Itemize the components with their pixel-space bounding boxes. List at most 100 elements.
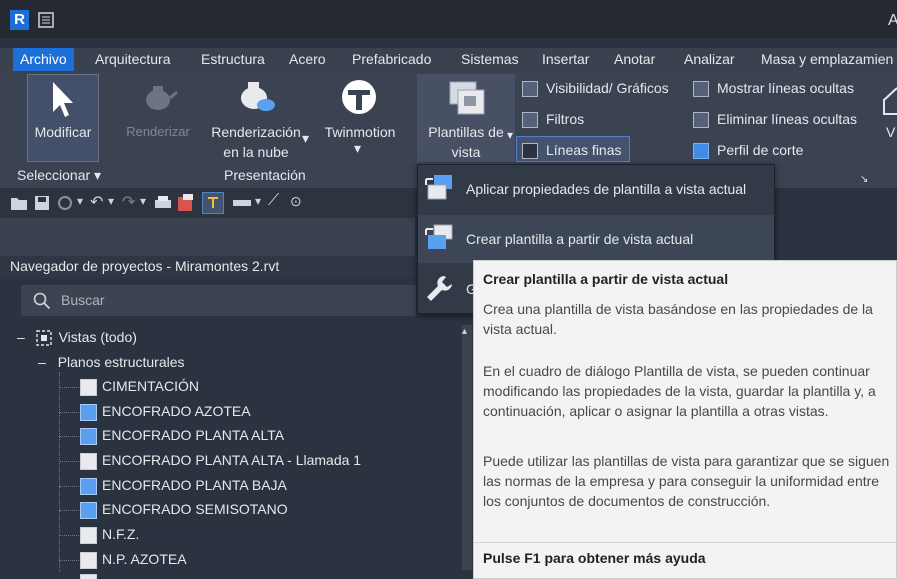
renderizacion-nube-label-1[interactable]: Renderización xyxy=(204,122,308,142)
view-label: N.P. AZOTEA xyxy=(102,551,187,567)
tab-anotar[interactable]: Anotar xyxy=(614,48,655,71)
tab-archivo[interactable]: Archivo xyxy=(13,48,74,71)
plan-view-icon xyxy=(80,573,97,579)
remove-hidden-lines-icon xyxy=(693,112,709,129)
tab-sistemas[interactable]: Sistemas xyxy=(461,48,519,71)
view-template-icon xyxy=(449,81,485,115)
tooltip-title: Crear plantilla a partir de vista actual xyxy=(483,271,729,287)
revit-logo-icon[interactable]: R xyxy=(10,10,29,30)
tooltip: Crear plantilla a partir de vista actual… xyxy=(473,260,897,579)
scroll-up-icon[interactable]: ▴ xyxy=(462,326,467,337)
redo-icon[interactable]: ↷ xyxy=(122,192,135,212)
title-bar: R A xyxy=(0,0,897,38)
perfil-de-corte-button[interactable]: Perfil de corte xyxy=(693,139,803,161)
tree-branch xyxy=(59,486,79,487)
menu-item-aplicar-label: Aplicar propiedades de plantilla a vista… xyxy=(466,181,747,197)
redo-dropdown-icon[interactable]: ▾ xyxy=(140,194,146,208)
measure-icon[interactable] xyxy=(232,197,252,209)
menu-item-crear[interactable]: Crear plantilla a partir de vista actual xyxy=(418,215,774,263)
renderizacion-dropdown-icon[interactable]: ▾ xyxy=(302,128,309,148)
tab-arquitectura[interactable]: Arquitectura xyxy=(95,48,170,71)
seleccionar-dropdown[interactable]: Seleccionar ▾ xyxy=(17,167,101,184)
tooltip-divider xyxy=(474,542,896,543)
mostrar-ocultas-label: Mostrar líneas ocultas xyxy=(717,80,854,96)
save-icon[interactable] xyxy=(34,195,50,211)
tree-view-item[interactable]: ENCOFRADO SEMISOTANO xyxy=(80,501,288,519)
tree-view-item[interactable]: ENCOFRADO PLANTA ALTA xyxy=(80,427,284,445)
pin-icon[interactable] xyxy=(202,192,224,214)
tree-view-item-partial[interactable] xyxy=(80,573,102,579)
document-icon[interactable] xyxy=(38,12,54,28)
view-label: ENCOFRADO PLANTA ALTA xyxy=(102,427,285,443)
measure-dropdown-icon[interactable]: ▾ xyxy=(255,194,261,208)
create-template-icon xyxy=(425,224,453,249)
tab-prefabricado[interactable]: Prefabricado xyxy=(352,48,431,71)
plan-view-icon xyxy=(80,378,97,396)
undo-dropdown-icon[interactable]: ▾ xyxy=(108,194,114,208)
twinmotion-icon xyxy=(342,80,376,114)
tab-acero[interactable]: Acero xyxy=(289,48,326,71)
cloud-teapot-icon xyxy=(241,82,275,111)
plan-view-icon xyxy=(80,403,97,421)
teapot-icon xyxy=(146,86,178,110)
visibilidad-label: Visibilidad/ Gráficos xyxy=(546,80,669,96)
tab-analizar[interactable]: Analizar xyxy=(684,48,735,71)
dimension-icon[interactable]: ⟋ xyxy=(268,192,279,210)
plantillas-label-2: vista xyxy=(451,144,481,160)
visibility-graphics-icon xyxy=(522,81,538,98)
plan-view-icon xyxy=(80,477,97,495)
wrench-icon xyxy=(427,276,452,301)
tab-insertar[interactable]: Insertar xyxy=(542,48,589,71)
collapse-icon[interactable]: – xyxy=(17,329,25,345)
perfil-corte-label: Perfil de corte xyxy=(717,142,804,158)
tree-view-item[interactable]: ENCOFRADO AZOTEA xyxy=(80,403,251,421)
panel-expand-icon[interactable]: ↘ xyxy=(860,170,868,190)
views-icon xyxy=(35,330,52,346)
open-folder-icon[interactable] xyxy=(10,195,28,211)
dropdown-icon[interactable]: ▾ xyxy=(77,194,83,208)
search-placeholder: Buscar xyxy=(61,292,105,308)
sync-icon[interactable] xyxy=(56,195,74,211)
undo-icon[interactable]: ↶ xyxy=(90,192,103,212)
tooltip-paragraph: Crea una plantilla de vista basándose en… xyxy=(483,301,873,337)
house-partial-icon xyxy=(883,87,897,115)
tree-group-planos[interactable]: – Planos estructurales xyxy=(38,354,185,370)
collapse-icon[interactable]: – xyxy=(38,354,46,370)
tree-root-vistas[interactable]: – Vistas (todo) xyxy=(17,329,137,347)
tree-view-item[interactable]: CIMENTACIÓN xyxy=(80,378,199,396)
tab-estructura[interactable]: Estructura xyxy=(201,48,265,71)
ribbon-partial-label: V xyxy=(886,124,896,140)
filtros-button[interactable]: Filtros xyxy=(522,108,584,130)
mostrar-lineas-ocultas-button[interactable]: Mostrar líneas ocultas xyxy=(693,77,854,99)
tooltip-paragraph: Puede utilizar las plantillas de vista p… xyxy=(483,453,890,509)
scrollbar[interactable] xyxy=(462,325,472,570)
plantillas-dropdown-icon[interactable]: ▾ xyxy=(507,125,513,145)
print-icon[interactable] xyxy=(154,195,172,211)
twinmotion-dropdown-icon[interactable]: ▾ xyxy=(354,138,361,158)
apply-template-icon xyxy=(425,175,452,200)
tree-branch xyxy=(59,560,79,561)
export-icon[interactable] xyxy=(177,193,195,212)
tab-masa-emplazamiento[interactable]: Masa y emplazamien xyxy=(761,48,893,71)
lineas-finas-button[interactable]: Líneas finas xyxy=(522,139,622,161)
tree-branch xyxy=(59,461,79,462)
view-label: ENCOFRADO PLANTA BAJA xyxy=(102,477,287,493)
search-input[interactable]: Buscar xyxy=(21,285,416,316)
tree-view-item[interactable]: N.P. AZOTEA xyxy=(80,551,187,569)
view-label: ENCOFRADO PLANTA ALTA - Llamada 1 xyxy=(102,452,362,468)
plan-view-icon xyxy=(80,501,97,519)
visibilidad-graficos-button[interactable]: Visibilidad/ Gráficos xyxy=(522,77,669,99)
tree-root-label: Vistas (todo) xyxy=(58,329,137,345)
lineas-finas-label: Líneas finas xyxy=(546,142,622,158)
tree-view-item[interactable]: ENCOFRADO PLANTA ALTA - Llamada 1 xyxy=(80,452,361,470)
options-bar xyxy=(0,218,415,256)
tree-view-item[interactable]: ENCOFRADO PLANTA BAJA xyxy=(80,477,287,495)
revit-window: { "titlebar": {"logo": "R", "right_char"… xyxy=(0,0,897,579)
modificar-label: Modificar xyxy=(34,124,92,140)
menu-item-aplicar[interactable]: Aplicar propiedades de plantilla a vista… xyxy=(418,165,774,213)
tag-icon[interactable]: ⊙ xyxy=(290,193,302,210)
renderizacion-nube-label-2[interactable]: en la nube xyxy=(204,142,308,162)
tree-view-item[interactable]: N.F.Z. xyxy=(80,526,139,544)
eliminar-lineas-ocultas-button[interactable]: Eliminar líneas ocultas xyxy=(693,108,857,130)
plan-view-icon xyxy=(80,526,97,544)
